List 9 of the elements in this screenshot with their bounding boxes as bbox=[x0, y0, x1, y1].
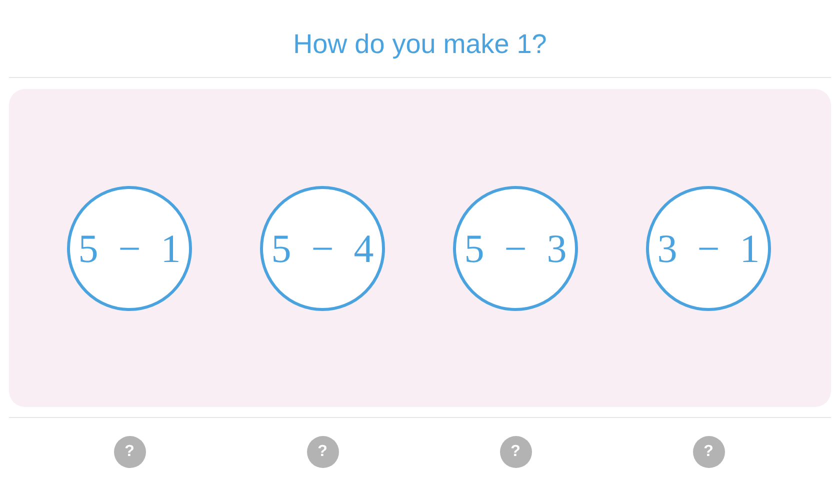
help-button[interactable]: ? bbox=[114, 436, 146, 468]
help-button[interactable]: ? bbox=[306, 436, 338, 468]
answer-option[interactable]: 3 − 1 bbox=[646, 186, 771, 310]
help-button[interactable]: ? bbox=[500, 436, 532, 468]
answer-option[interactable]: 5 − 4 bbox=[260, 186, 385, 310]
answer-option[interactable]: 5 − 1 bbox=[67, 186, 192, 310]
answer-option[interactable]: 5 − 3 bbox=[453, 186, 578, 310]
help-button[interactable]: ? bbox=[692, 436, 724, 468]
question-title: How do you make 1? bbox=[293, 29, 547, 60]
